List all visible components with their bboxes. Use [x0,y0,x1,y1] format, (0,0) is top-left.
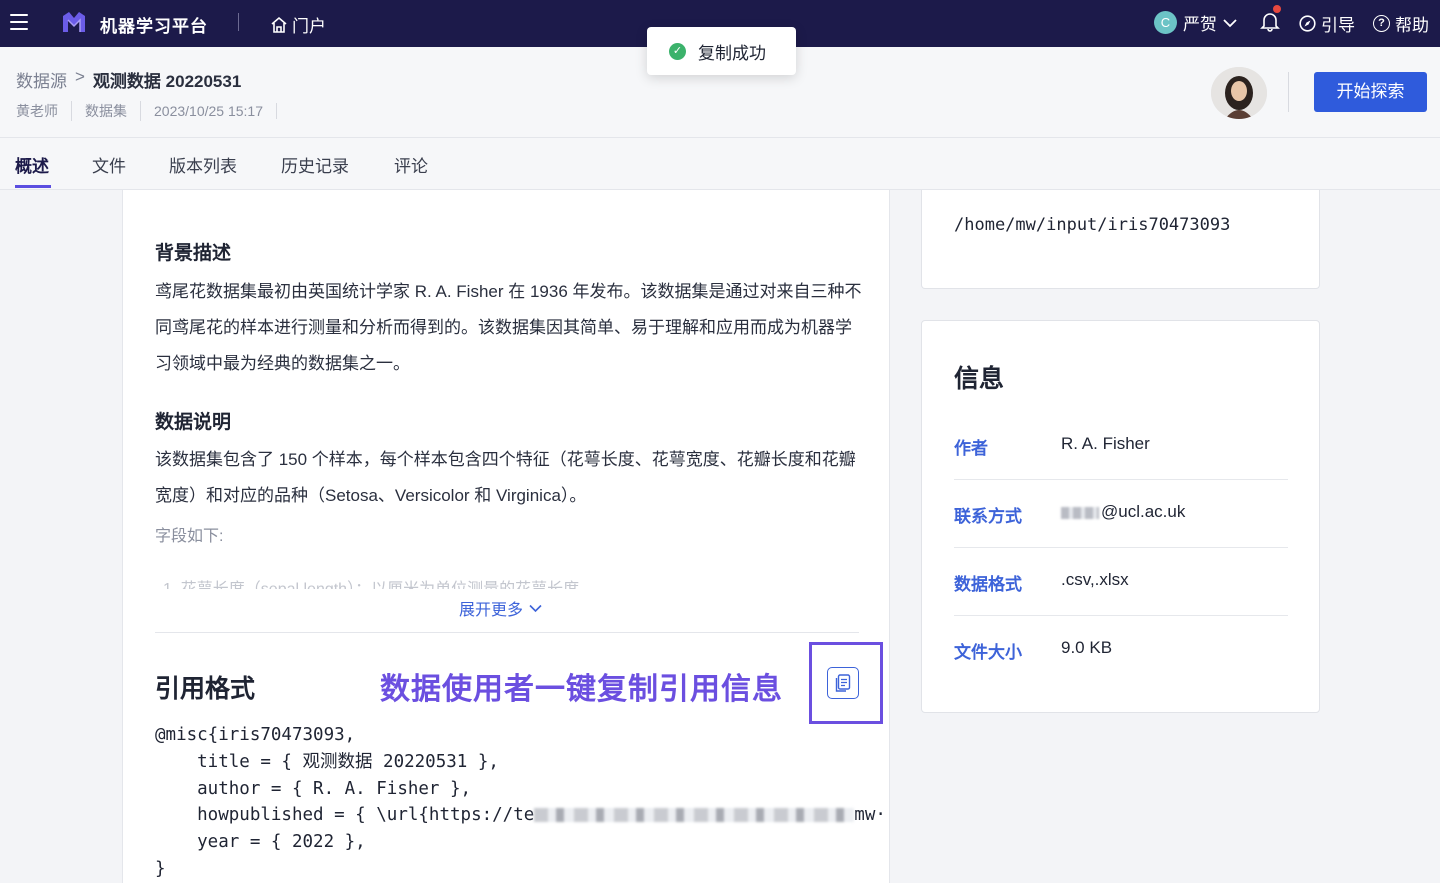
background-heading: 背景描述 [155,243,232,264]
tab-history[interactable]: 历史记录 [281,152,349,177]
info-key: 联系方式 [954,507,1022,526]
info-value: 9.0 KB [1061,638,1113,657]
citation-code[interactable]: @misc{iris70473093, title = { 观测数据 20220… [155,722,886,883]
user-name: 严贺 [1183,15,1217,34]
guide-label: 引导 [1321,16,1355,35]
info-row-author: 作者 R. A. Fisher [954,412,1288,480]
home-icon [271,16,287,33]
help-link[interactable]: ? 帮助 [1373,11,1429,36]
citation-line-url: howpublished = { \url{https://te mw· [155,805,886,826]
user-menu[interactable]: C 严贺 [1154,10,1237,35]
app-title[interactable]: 机器学习平台 [100,12,208,37]
citation-line: title = { 观测数据 20220531 }, [155,751,499,772]
redacted-email [1061,506,1099,519]
compass-icon [1299,15,1316,32]
fields-label: 字段如下: [155,528,224,545]
owner-avatar[interactable] [1211,67,1267,119]
info-card: 信息 作者 R. A. Fisher 联系方式 @ucl.ac.uk 数据格式 … [921,320,1320,713]
info-heading: 信息 [954,365,1005,393]
tab-comments[interactable]: 评论 [394,152,428,177]
toast-message: 复制成功 [698,43,766,63]
info-key: 数据格式 [954,575,1022,594]
page-title: 观测数据 20220531 [92,72,242,91]
dataset-owner[interactable]: 黄老师 [16,101,72,121]
copy-icon [835,674,851,692]
citation-annotation: 数据使用者一键复制引用信息 [380,673,783,706]
portal-link[interactable]: 门户 [270,12,326,37]
topbar-divider [238,13,239,31]
redacted-url [534,808,855,823]
notification-badge [1273,5,1281,13]
breadcrumb: 数据源 > 观测数据 20220531 [16,67,241,92]
user-avatar: C [1154,11,1177,34]
active-tab-indicator [15,185,51,188]
check-circle-icon: ✓ [669,42,686,60]
citation-line: } [155,858,166,879]
background-text: 鸢尾花数据集最初由英国统计学家 R. A. Fisher 在 1936 年发布。… [155,282,862,373]
guide-link[interactable]: 引导 [1299,11,1355,36]
breadcrumb-separator: > [75,67,85,86]
data-description-heading: 数据说明 [155,412,232,433]
success-toast: ✓ 复制成功 [647,27,796,75]
info-key: 文件大小 [954,643,1022,662]
platform-logo-icon[interactable] [60,8,88,36]
info-value: .csv,.xlsx [1061,570,1129,589]
info-value-email[interactable]: @ucl.ac.uk [1061,502,1185,522]
citation-line: @misc{iris70473093, [155,725,356,745]
info-value: R. A. Fisher [1061,434,1150,453]
start-explore-button[interactable]: 开始探索 [1314,72,1427,112]
citation-line: author = { R. A. Fisher }, [155,778,472,799]
citation-heading: 引用格式 [155,675,256,703]
menu-icon[interactable] [10,14,28,30]
dataset-datetime: 2023/10/25 15:17 [141,103,277,119]
tab-bar: 概述 文件 版本列表 历史记录 评论 [0,138,1440,190]
info-key: 作者 [954,439,988,458]
tab-versions[interactable]: 版本列表 [169,152,237,177]
dataset-type: 数据集 [72,101,141,121]
chevron-down-icon [529,604,542,612]
help-label: 帮助 [1395,16,1429,35]
expand-more-button[interactable]: 展开更多 [459,596,542,620]
copy-citation-button[interactable] [827,667,859,699]
question-icon: ? [1373,15,1390,32]
info-row-format: 数据格式 .csv,.xlsx [954,548,1288,616]
dataset-meta: 黄老师 数据集 2023/10/25 15:17 [16,101,277,121]
info-row-size: 文件大小 9.0 KB [954,616,1288,684]
header-divider [1288,72,1289,112]
info-row-contact: 联系方式 @ucl.ac.uk [954,480,1288,548]
tab-overview[interactable]: 概述 [15,152,49,177]
section-divider [155,632,859,633]
expand-more-label: 展开更多 [459,602,524,619]
tab-files[interactable]: 文件 [92,152,126,177]
input-path-card: /home/mw/input/iris70473093 [921,190,1320,289]
field-item-partial: 1. 花萼长度（sepal length）：以厘米为单位测量的花萼长度 [163,575,643,589]
bell-icon[interactable] [1259,10,1281,32]
chevron-down-icon [1223,18,1237,27]
portal-label: 门户 [292,17,326,36]
citation-line: year = { 2022 }, [155,832,366,853]
input-path[interactable]: /home/mw/input/iris70473093 [954,215,1230,235]
data-description-text: 该数据集包含了 150 个样本，每个样本包含四个特征（花萼长度、花萼宽度、花瓣长… [155,450,856,505]
overview-panel: 背景描述 鸢尾花数据集最初由英国统计学家 R. A. Fisher 在 1936… [122,190,890,883]
breadcrumb-root[interactable]: 数据源 [16,67,67,92]
